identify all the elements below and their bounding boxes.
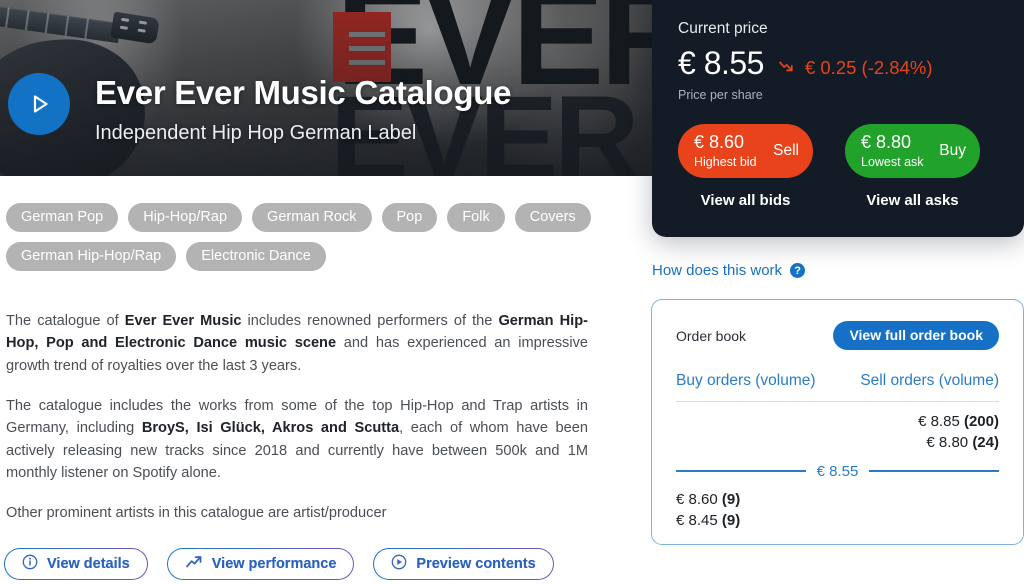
order-book-header: Order book View full order book <box>676 321 999 350</box>
preview-contents-label: Preview contents <box>416 556 536 572</box>
mid-price-rule-left <box>676 470 806 472</box>
trend-down-arrow-icon <box>778 57 797 79</box>
buy-action-label: Buy <box>939 142 966 159</box>
order-price: € 8.85 <box>918 413 960 430</box>
highest-bid-amount: € 8.60 <box>694 132 745 153</box>
genre-tag[interactable]: Folk <box>447 203 505 232</box>
order-price: € 8.60 <box>676 490 718 508</box>
view-all-bids-link[interactable]: View all bids <box>678 192 813 209</box>
page-root: EVER EVER Ever Ever Music Catalogue Inde… <box>0 0 1024 584</box>
sell-orders-column-header[interactable]: Sell orders (volume) <box>860 372 999 390</box>
buy-orders-column-header[interactable]: Buy orders (volume) <box>676 372 816 390</box>
order-book-card: Order book View full order book Buy orde… <box>651 299 1024 545</box>
view-performance-label: View performance <box>211 556 337 572</box>
description-paragraph-1: The catalogue of Ever Ever Music include… <box>6 310 588 377</box>
lowest-ask-amount: € 8.80 <box>861 132 912 153</box>
current-price-value: € 8.55 <box>678 45 764 81</box>
view-full-order-book-button[interactable]: View full order book <box>833 321 999 350</box>
order-book-title: Order book <box>676 327 747 344</box>
order-price: € 8.45 <box>676 511 718 529</box>
order-row: € 8.60 (9) <box>676 489 999 510</box>
view-all-asks-link[interactable]: View all asks <box>845 192 980 209</box>
genre-tag[interactable]: German Rock <box>252 203 372 232</box>
order-book-divider <box>676 401 999 402</box>
order-row: € 8.45 (9) <box>676 510 999 531</box>
desc-p1-a: The catalogue of <box>6 313 125 329</box>
genre-tag-list: German Pop Hip-Hop/Rap German Rock Pop F… <box>6 203 636 271</box>
mid-price-rule-right <box>869 470 999 472</box>
view-orders-link-row: View all bids View all asks <box>678 192 998 209</box>
trade-pill-row: € 8.60 Highest bid Sell € 8.80 Lowest as… <box>678 124 998 178</box>
page-subtitle: Independent Hip Hop German Label <box>95 122 417 144</box>
order-book-column-headers: Buy orders (volume) Sell orders (volume) <box>676 372 999 390</box>
genre-tag[interactable]: Covers <box>514 203 591 232</box>
order-price: € 8.80 <box>926 434 969 452</box>
info-circle-icon <box>22 554 38 574</box>
buy-button[interactable]: € 8.80 Lowest ask Buy <box>845 124 980 178</box>
preview-contents-button[interactable]: Preview contents <box>373 548 553 580</box>
order-volume: (9) <box>721 490 741 508</box>
sell-button[interactable]: € 8.60 Highest bid Sell <box>678 124 813 178</box>
desc-p2-b: BroyS, Isi Glück, Akros and Scutta <box>141 420 400 437</box>
order-volume: (24) <box>972 434 999 452</box>
view-details-label: View details <box>47 556 130 572</box>
view-details-button[interactable]: View details <box>4 548 148 580</box>
price-delta-value: € 0.25 (-2.84%) <box>804 57 933 78</box>
catalogue-description: The catalogue of Ever Ever Music include… <box>6 310 588 543</box>
current-price-row: € 8.55 € 0.25 (-2.84%) <box>678 45 998 82</box>
highest-bid-caption: Highest bid <box>694 154 757 169</box>
current-price-label: Current price <box>678 20 768 37</box>
buy-orders-list: € 8.60 (9) € 8.45 (9) <box>676 489 999 532</box>
page-title: Ever Ever Music Catalogue <box>95 74 512 111</box>
mid-price-value: € 8.55 <box>816 462 859 480</box>
desc-p1-b: Ever Ever Music <box>124 313 242 329</box>
genre-tag[interactable]: German Hip-Hop/Rap <box>6 242 177 271</box>
genre-tag[interactable]: German Pop <box>6 203 119 232</box>
action-button-row: View details View performance Preview co… <box>4 548 554 580</box>
play-icon[interactable] <box>8 73 70 135</box>
order-row: € 8.85 (200) <box>676 411 999 432</box>
view-performance-button[interactable]: View performance <box>167 548 355 580</box>
mid-price-separator: € 8.55 <box>676 463 999 480</box>
how-does-this-work-label: How does this work <box>652 262 783 279</box>
sell-action-label: Sell <box>773 142 799 159</box>
description-paragraph-2: The catalogue includes the works from so… <box>6 395 588 484</box>
genre-tag[interactable]: Electronic Dance <box>186 242 326 271</box>
trend-up-arrow-icon <box>185 554 203 574</box>
genre-tag[interactable]: Pop <box>381 203 438 232</box>
how-does-this-work-link[interactable]: How does this work ? <box>652 262 806 279</box>
lowest-ask-caption: Lowest ask <box>861 154 924 169</box>
order-volume: (200) <box>963 413 999 430</box>
price-per-share-label: Price per share <box>678 88 763 102</box>
sell-orders-list: € 8.85 (200) € 8.80 (24) <box>676 411 999 454</box>
play-circle-icon <box>391 554 407 574</box>
description-paragraph-3: Other prominent artists in this catalogu… <box>6 505 387 522</box>
genre-tag[interactable]: Hip-Hop/Rap <box>128 203 243 232</box>
question-mark-circle-icon[interactable]: ? <box>790 263 806 278</box>
order-row: € 8.80 (24) <box>676 432 999 453</box>
price-delta: € 0.25 (-2.84%) <box>778 57 933 79</box>
desc-p1-c: includes renowned performers of the <box>241 313 499 329</box>
order-volume: (9) <box>721 511 741 529</box>
current-price-card: Current price € 8.55 € 0.25 (-2.84%) Pri… <box>652 0 1024 237</box>
